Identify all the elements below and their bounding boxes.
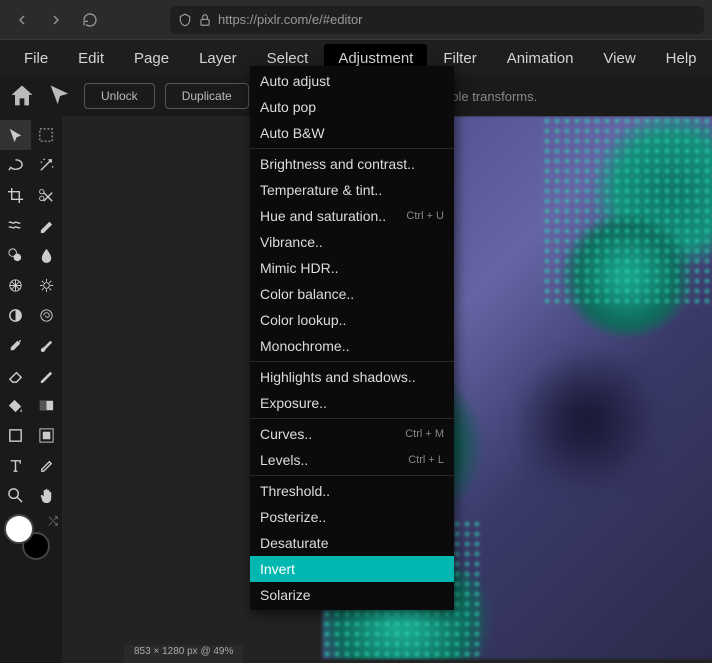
menu-item-solarize[interactable]: Solarize <box>250 582 454 608</box>
adjust-circle-tool[interactable] <box>0 300 31 330</box>
menu-item-temperature-tint[interactable]: Temperature & tint.. <box>250 177 454 203</box>
pen-tool[interactable] <box>31 210 62 240</box>
foreground-color[interactable] <box>4 514 34 544</box>
gradient-tool[interactable] <box>31 390 62 420</box>
cursor-icon[interactable] <box>46 82 74 110</box>
menu-help[interactable]: Help <box>652 44 711 73</box>
swap-colors-icon[interactable]: ⤭ <box>48 514 58 529</box>
tool-palette: ⤭ <box>0 116 62 574</box>
status-bar: 853 × 1280 px @ 49% <box>124 645 243 663</box>
menu-item-posterize[interactable]: Posterize.. <box>250 504 454 530</box>
zoom-tool[interactable] <box>0 480 31 510</box>
menu-item-brightness-and-contrast[interactable]: Brightness and contrast.. <box>250 151 454 177</box>
marquee-tool[interactable] <box>31 120 62 150</box>
menu-separator <box>250 418 454 419</box>
wand-tool[interactable] <box>31 150 62 180</box>
menu-item-levels[interactable]: Levels..Ctrl + L <box>250 447 454 473</box>
shape-tool[interactable] <box>0 420 31 450</box>
menu-page[interactable]: Page <box>120 44 183 73</box>
clone-tool[interactable] <box>0 240 31 270</box>
eyedropper-tool[interactable] <box>0 330 31 360</box>
arrow-select-tool[interactable] <box>0 120 31 150</box>
duplicate-button[interactable]: Duplicate <box>165 83 249 109</box>
menu-item-threshold[interactable]: Threshold.. <box>250 478 454 504</box>
frame-tool[interactable] <box>31 420 62 450</box>
menu-item-monochrome[interactable]: Monochrome.. <box>250 333 454 359</box>
menu-item-color-balance[interactable]: Color balance.. <box>250 281 454 307</box>
menu-item-color-lookup[interactable]: Color lookup.. <box>250 307 454 333</box>
menu-layer[interactable]: Layer <box>185 44 251 73</box>
menu-separator <box>250 148 454 149</box>
disperse-tool[interactable] <box>0 270 31 300</box>
menu-edit[interactable]: Edit <box>64 44 118 73</box>
menu-item-auto-pop[interactable]: Auto pop <box>250 94 454 120</box>
lock-icon <box>198 13 212 27</box>
forward-button[interactable] <box>42 6 70 34</box>
menu-item-exposure[interactable]: Exposure.. <box>250 390 454 416</box>
menu-item-desaturate[interactable]: Desaturate <box>250 530 454 556</box>
effect-swirl-tool[interactable] <box>31 300 62 330</box>
crop-tool[interactable] <box>0 180 31 210</box>
shield-icon <box>178 13 192 27</box>
menu-separator <box>250 361 454 362</box>
liquify-wave-tool[interactable] <box>0 210 31 240</box>
draw-tool[interactable] <box>31 360 62 390</box>
lasso-tool[interactable] <box>0 150 31 180</box>
menu-file[interactable]: File <box>10 44 62 73</box>
blur-drop-tool[interactable] <box>31 240 62 270</box>
menu-item-mimic-hdr[interactable]: Mimic HDR.. <box>250 255 454 281</box>
menu-item-vibrance[interactable]: Vibrance.. <box>250 229 454 255</box>
menu-item-hue-and-saturation[interactable]: Hue and saturation..Ctrl + U <box>250 203 454 229</box>
text-tool[interactable] <box>0 450 31 480</box>
reload-button[interactable] <box>76 6 104 34</box>
menu-separator <box>250 475 454 476</box>
browser-chrome: https://pixlr.com/e/#editor <box>0 0 712 40</box>
menu-item-curves[interactable]: Curves..Ctrl + M <box>250 421 454 447</box>
hand-tool[interactable] <box>31 480 62 510</box>
adjustment-dropdown: Auto adjustAuto popAuto B&W Brightness an… <box>250 66 454 610</box>
unlock-button[interactable]: Unlock <box>84 83 155 109</box>
menu-item-highlights-and-shadows[interactable]: Highlights and shadows.. <box>250 364 454 390</box>
menu-view[interactable]: View <box>589 44 649 73</box>
eraser-tool[interactable] <box>0 360 31 390</box>
pen2-tool[interactable] <box>31 450 62 480</box>
address-bar[interactable]: https://pixlr.com/e/#editor <box>170 6 704 34</box>
menu-item-auto-b-w[interactable]: Auto B&W <box>250 120 454 146</box>
menu-item-auto-adjust[interactable]: Auto adjust <box>250 68 454 94</box>
url-text: https://pixlr.com/e/#editor <box>218 12 363 27</box>
brush-tool[interactable] <box>31 330 62 360</box>
menu-animation[interactable]: Animation <box>493 44 588 73</box>
cut-tool[interactable] <box>31 180 62 210</box>
back-button[interactable] <box>8 6 36 34</box>
fill-bucket-tool[interactable] <box>0 390 31 420</box>
home-icon[interactable] <box>8 82 36 110</box>
sharpen-gear-tool[interactable] <box>31 270 62 300</box>
menu-item-invert[interactable]: Invert <box>250 556 454 582</box>
